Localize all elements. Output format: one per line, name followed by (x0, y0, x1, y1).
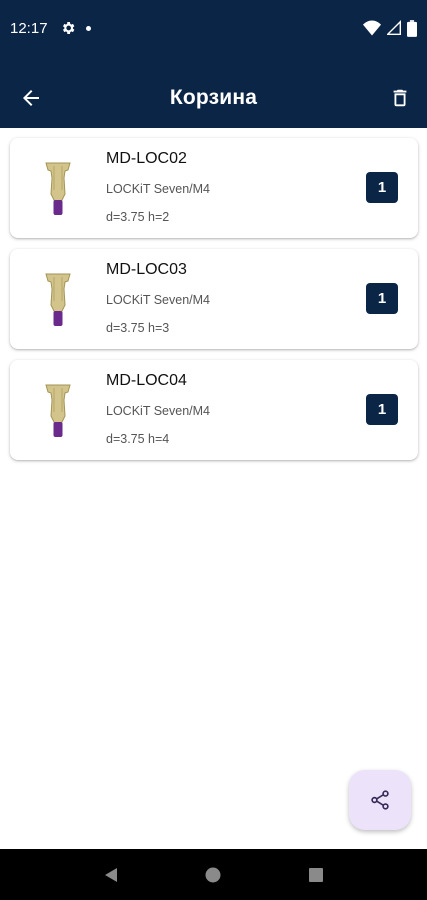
quantity-badge[interactable]: 1 (366, 394, 398, 425)
implant-thumbnail (45, 162, 71, 215)
share-icon (371, 790, 389, 810)
cart-item[interactable]: MD-LOC04 LOCKiT Seven/M4 d=3.75 h=4 1 (10, 360, 418, 460)
back-triangle-icon[interactable] (101, 865, 121, 885)
recents-square-icon[interactable] (306, 865, 326, 885)
home-circle-icon[interactable] (203, 865, 223, 885)
cart-item[interactable]: MD-LOC03 LOCKiT Seven/M4 d=3.75 h=3 1 (10, 249, 418, 349)
wifi-icon (363, 20, 381, 36)
item-params: d=3.75 h=3 (106, 321, 170, 335)
status-bar: 12:17 (0, 0, 427, 56)
item-name: LOCKiT Seven/M4 (106, 182, 210, 196)
item-name: LOCKiT Seven/M4 (106, 404, 210, 418)
quantity-badge[interactable]: 1 (366, 172, 398, 203)
item-params: d=3.75 h=4 (106, 432, 170, 446)
item-name: LOCKiT Seven/M4 (106, 293, 210, 307)
item-code: MD-LOC03 (106, 261, 187, 278)
implant-thumbnail (45, 384, 71, 437)
signal-icon (387, 20, 401, 35)
trash-icon[interactable] (389, 86, 411, 110)
quantity-badge[interactable]: 1 (366, 283, 398, 314)
battery-icon (407, 19, 417, 37)
notification-dot-icon (85, 25, 91, 31)
share-button[interactable] (349, 770, 411, 830)
page-title: Корзина (169, 86, 258, 109)
item-params: d=3.75 h=2 (106, 210, 170, 224)
cart-list: MD-LOC02 LOCKiT Seven/M4 d=3.75 h=2 1 MD… (10, 138, 418, 471)
implant-thumbnail (45, 273, 71, 326)
status-time: 12:17 (10, 19, 48, 37)
item-code: MD-LOC04 (106, 372, 187, 389)
item-code: MD-LOC02 (106, 150, 187, 167)
app-bar: Корзина (0, 56, 427, 128)
gear-icon (62, 22, 74, 34)
system-nav-bar (0, 849, 427, 900)
cart-item[interactable]: MD-LOC02 LOCKiT Seven/M4 d=3.75 h=2 1 (10, 138, 418, 238)
status-icons (363, 19, 417, 37)
